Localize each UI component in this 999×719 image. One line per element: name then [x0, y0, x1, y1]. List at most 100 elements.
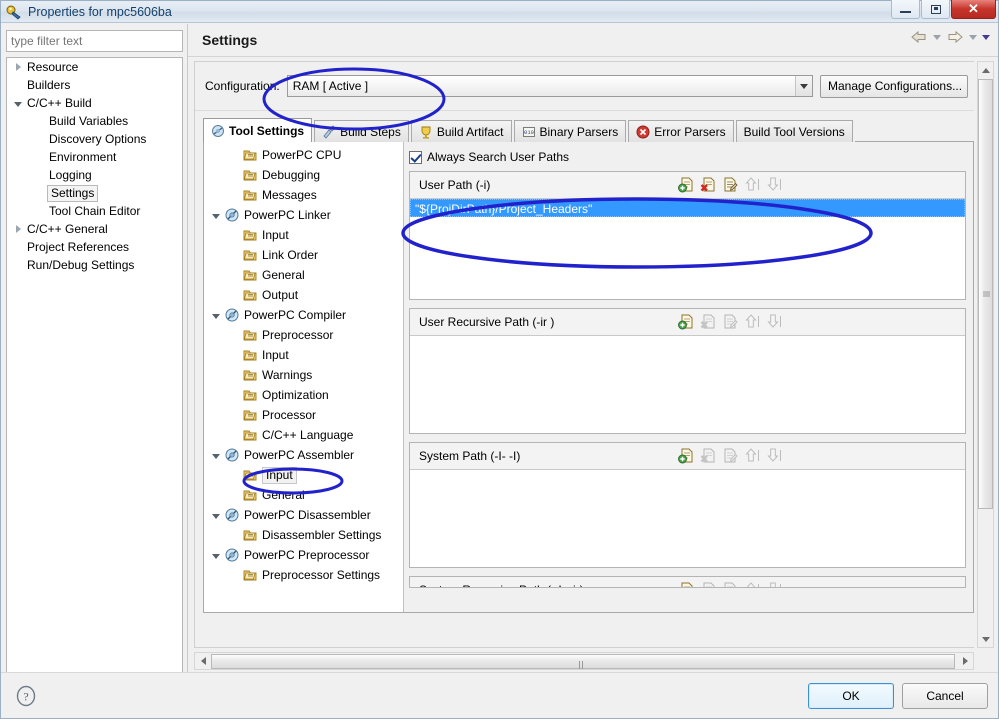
- sidebar-item-c-c-general[interactable]: C/C++ General: [7, 220, 182, 238]
- tab-build-tool-versions[interactable]: Build Tool Versions: [735, 120, 853, 142]
- tool-tree-item-processor[interactable]: Processor: [204, 405, 403, 425]
- tool-tree-item-powerpc-cpu[interactable]: PowerPC CPU: [204, 145, 403, 165]
- sidebar-item-label: Settings: [47, 184, 99, 202]
- tool-tree[interactable]: PowerPC CPU Debugging Messages PowerPC Link…: [204, 142, 404, 612]
- page-icon: [242, 167, 258, 183]
- add-icon[interactable]: [678, 313, 695, 330]
- path-list[interactable]: [410, 470, 965, 567]
- scroll-left-button[interactable]: [195, 653, 211, 669]
- close-button[interactable]: ✕: [951, 0, 996, 19]
- tab-error-parsers[interactable]: Error Parsers: [628, 120, 734, 142]
- help-icon[interactable]: ?: [15, 685, 37, 707]
- tab-build-artifact[interactable]: Build Artifact: [410, 120, 512, 142]
- add-icon[interactable]: [678, 447, 695, 464]
- tool-tree-item-input[interactable]: Input: [204, 345, 403, 365]
- settings-page: Settings Configuration: RAM [Active] M…: [187, 24, 998, 674]
- path-group-user-path-i: User Path (-i) "${ProjDirPath}/Project_He…: [409, 171, 966, 300]
- tool-tree-item-input[interactable]: Input: [204, 225, 403, 245]
- maximize-button[interactable]: [921, 0, 950, 19]
- scroll-right-button[interactable]: [957, 653, 973, 669]
- always-search-user-paths-checkbox[interactable]: [409, 150, 422, 164]
- ok-button[interactable]: OK: [808, 682, 894, 709]
- edit-icon[interactable]: [722, 176, 739, 193]
- tool-tree-item-input[interactable]: Input: [204, 465, 403, 485]
- tool-tree-item-label: PowerPC Assembler: [244, 448, 355, 462]
- sidebar-item-c-c-build[interactable]: C/C++ Build: [7, 94, 182, 112]
- settings-tree[interactable]: Resource Builders C/C++ Build Build Variabl…: [6, 57, 183, 674]
- tool-tree-item-warnings[interactable]: Warnings: [204, 365, 403, 385]
- sidebar-item-logging[interactable]: Logging: [7, 166, 182, 184]
- title-bar: Properties for mpc5606ba ✕: [1, 0, 998, 23]
- vertical-scroll-thumb[interactable]: [978, 79, 993, 509]
- always-search-user-paths-row[interactable]: Always Search User Paths: [409, 148, 966, 166]
- chevron-down-icon[interactable]: [208, 552, 224, 559]
- tool-tree-item-link-order[interactable]: Link Order: [204, 245, 403, 265]
- path-group-header: User Path (-i): [410, 172, 965, 199]
- tab-binary-parsers[interactable]: 010 Binary Parsers: [513, 120, 627, 142]
- tool-tree-item-c-c-language[interactable]: C/C++ Language: [204, 425, 403, 445]
- sidebar-item-project-references[interactable]: Project References: [7, 238, 182, 256]
- chevron-down-icon[interactable]: [11, 100, 25, 107]
- sidebar-item-build-variables[interactable]: Build Variables: [7, 112, 182, 130]
- chevron-right-icon[interactable]: [11, 63, 25, 71]
- horizontal-scroll-thumb[interactable]: [211, 653, 955, 669]
- horizontal-scrollbar[interactable]: [194, 652, 974, 670]
- tool-tree-item-debugging[interactable]: Debugging: [204, 165, 403, 185]
- vertical-scrollbar[interactable]: [977, 61, 994, 648]
- configuration-label: Configuration:: [205, 79, 280, 93]
- configuration-combo[interactable]: RAM [ Active ]: [286, 75, 813, 97]
- back-arrow-icon[interactable]: [910, 30, 928, 44]
- chevron-down-icon[interactable]: [795, 76, 812, 96]
- view-menu-icon[interactable]: [982, 34, 990, 40]
- forward-arrow-icon[interactable]: [946, 30, 964, 44]
- delete-icon[interactable]: [700, 176, 717, 193]
- sidebar-item-tool-chain-editor[interactable]: Tool Chain Editor: [7, 202, 182, 220]
- tab-build-steps[interactable]: Build Steps: [314, 120, 409, 142]
- tab-bar: Tool Settings Build Steps Build Artifact 01…: [203, 118, 974, 142]
- tool-tree-item-output[interactable]: Output: [204, 285, 403, 305]
- tab-tool-settings[interactable]: Tool Settings: [203, 118, 313, 142]
- sidebar-item-environment[interactable]: Environment: [7, 148, 182, 166]
- tool-tree-item-powerpc-compiler[interactable]: PowerPC Compiler: [204, 305, 403, 325]
- scroll-up-button[interactable]: [978, 62, 993, 78]
- chevron-right-icon[interactable]: [11, 225, 25, 233]
- sidebar-item-resource[interactable]: Resource: [7, 58, 182, 76]
- tool-tree-item-disassembler-settings[interactable]: Disassembler Settings: [204, 525, 403, 545]
- cancel-button[interactable]: Cancel: [902, 682, 988, 709]
- add-icon[interactable]: [678, 176, 695, 193]
- edit-icon: [722, 581, 739, 587]
- tool-tree-item-messages[interactable]: Messages: [204, 185, 403, 205]
- dialog-body: Resource Builders C/C++ Build Build Variabl…: [1, 24, 998, 674]
- path-list[interactable]: "${ProjDirPath}/Project_Headers": [410, 199, 965, 299]
- tool-tree-item-optimization[interactable]: Optimization: [204, 385, 403, 405]
- page-icon: [242, 467, 258, 483]
- forward-dropdown-icon[interactable]: [969, 34, 977, 40]
- chevron-down-icon[interactable]: [208, 212, 224, 219]
- list-item[interactable]: "${ProjDirPath}/Project_Headers": [410, 199, 965, 217]
- sidebar-item-discovery-options[interactable]: Discovery Options: [7, 130, 182, 148]
- scroll-down-button[interactable]: [978, 631, 993, 647]
- sidebar-item-label: Run/Debug Settings: [27, 258, 135, 272]
- chevron-down-icon[interactable]: [208, 452, 224, 459]
- tool-tree-item-general[interactable]: General: [204, 485, 403, 505]
- sidebar-item-builders[interactable]: Builders: [7, 76, 182, 94]
- tool-tree-item-powerpc-disassembler[interactable]: PowerPC Disassembler: [204, 505, 403, 525]
- tool-tree-item-preprocessor-settings[interactable]: Preprocessor Settings: [204, 565, 403, 585]
- filter-input[interactable]: [6, 30, 183, 52]
- tool-tree-item-powerpc-preprocessor[interactable]: PowerPC Preprocessor: [204, 545, 403, 565]
- chevron-down-icon[interactable]: [208, 312, 224, 319]
- tool-tree-item-preprocessor[interactable]: Preprocessor: [204, 325, 403, 345]
- chevron-down-icon[interactable]: [208, 512, 224, 519]
- minimize-button[interactable]: [891, 0, 920, 19]
- delete-icon: [700, 447, 717, 464]
- tool-options-panel: Always Search User Paths User Path (-i) "…: [404, 142, 973, 612]
- tool-tree-item-powerpc-assembler[interactable]: PowerPC Assembler: [204, 445, 403, 465]
- sidebar-item-run-debug-settings[interactable]: Run/Debug Settings: [7, 256, 182, 274]
- back-dropdown-icon[interactable]: [933, 34, 941, 40]
- tool-tree-item-general[interactable]: General: [204, 265, 403, 285]
- tool-tree-item-powerpc-linker[interactable]: PowerPC Linker: [204, 205, 403, 225]
- path-list[interactable]: [410, 336, 965, 433]
- sidebar-item-settings[interactable]: Settings: [7, 184, 182, 202]
- add-icon[interactable]: [678, 581, 695, 587]
- manage-configurations-button[interactable]: Manage Configurations...: [820, 74, 968, 98]
